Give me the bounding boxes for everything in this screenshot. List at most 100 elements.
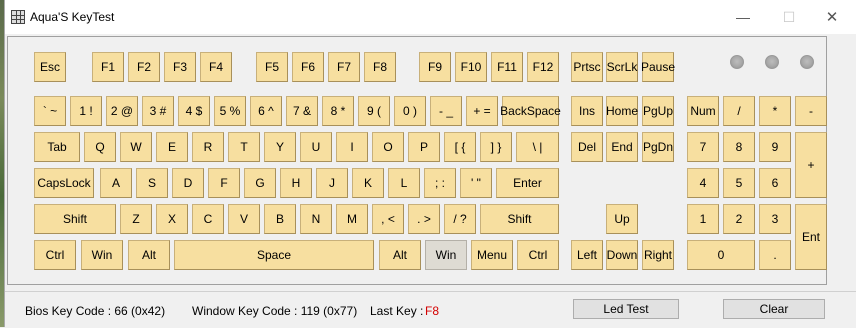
key-right-alt[interactable]: Alt	[379, 240, 421, 270]
key-right-win[interactable]: Win	[425, 240, 467, 270]
key-num-divide[interactable]: /	[723, 96, 755, 126]
key-a[interactable]: A	[100, 168, 132, 198]
key-p[interactable]: P	[408, 132, 440, 162]
key-minus[interactable]: - _	[430, 96, 462, 126]
key-left-alt[interactable]: Alt	[128, 240, 170, 270]
maximize-button[interactable]: ☐	[766, 0, 812, 34]
key-1[interactable]: 1 !	[70, 96, 102, 126]
key-f5[interactable]: F5	[256, 52, 288, 82]
key-f3[interactable]: F3	[164, 52, 196, 82]
clear-button[interactable]: Clear	[723, 299, 825, 319]
key-t[interactable]: T	[228, 132, 260, 162]
key-r[interactable]: R	[192, 132, 224, 162]
key-num-1[interactable]: 1	[687, 204, 719, 234]
key-y[interactable]: Y	[264, 132, 296, 162]
key-i[interactable]: I	[336, 132, 368, 162]
key-h[interactable]: H	[280, 168, 312, 198]
key-num-9[interactable]: 9	[759, 132, 791, 162]
key-x[interactable]: X	[156, 204, 188, 234]
key-7[interactable]: 7 &	[286, 96, 318, 126]
key-pgup[interactable]: PgUp	[642, 96, 674, 126]
key-scrlk[interactable]: ScrLk	[606, 52, 638, 82]
key-num-7[interactable]: 7	[687, 132, 719, 162]
key-4[interactable]: 4 $	[178, 96, 210, 126]
minimize-button[interactable]: —	[720, 0, 766, 34]
key-f6[interactable]: F6	[292, 52, 324, 82]
key-num-multiply[interactable]: *	[759, 96, 791, 126]
key-f9[interactable]: F9	[419, 52, 451, 82]
key-num-subtract[interactable]: -	[795, 96, 827, 126]
key-f7[interactable]: F7	[328, 52, 360, 82]
key-num-decimal[interactable]: .	[759, 240, 791, 270]
key-equals[interactable]: + =	[466, 96, 498, 126]
close-button[interactable]: ✕	[809, 0, 855, 34]
key-f1[interactable]: F1	[92, 52, 124, 82]
key-num-2[interactable]: 2	[723, 204, 755, 234]
key-period[interactable]: . >	[408, 204, 440, 234]
key-slash[interactable]: / ?	[444, 204, 476, 234]
key-w[interactable]: W	[120, 132, 152, 162]
key-s[interactable]: S	[136, 168, 168, 198]
key-left-ctrl[interactable]: Ctrl	[34, 240, 76, 270]
key-lbracket[interactable]: [ {	[444, 132, 476, 162]
key-left-win[interactable]: Win	[81, 240, 123, 270]
key-arrow-right[interactable]: Right	[642, 240, 674, 270]
key-num-enter[interactable]: Ent	[795, 204, 827, 270]
key-right-shift[interactable]: Shift	[480, 204, 559, 234]
key-o[interactable]: O	[372, 132, 404, 162]
key-num-4[interactable]: 4	[687, 168, 719, 198]
key-f4[interactable]: F4	[200, 52, 232, 82]
key-v[interactable]: V	[228, 204, 260, 234]
key-n[interactable]: N	[300, 204, 332, 234]
key-l[interactable]: L	[388, 168, 420, 198]
key-ins[interactable]: Ins	[571, 96, 603, 126]
key-d[interactable]: D	[172, 168, 204, 198]
key-5[interactable]: 5 %	[214, 96, 246, 126]
key-3[interactable]: 3 #	[142, 96, 174, 126]
key-menu[interactable]: Menu	[471, 240, 513, 270]
key-num-6[interactable]: 6	[759, 168, 791, 198]
key-del[interactable]: Del	[571, 132, 603, 162]
key-num-5[interactable]: 5	[723, 168, 755, 198]
key-pgdn[interactable]: PgDn	[642, 132, 674, 162]
key-comma[interactable]: , <	[372, 204, 404, 234]
key-j[interactable]: J	[316, 168, 348, 198]
key-9[interactable]: 9 (	[358, 96, 390, 126]
key-q[interactable]: Q	[84, 132, 116, 162]
key-num-8[interactable]: 8	[723, 132, 755, 162]
key-arrow-down[interactable]: Down	[606, 240, 638, 270]
key-c[interactable]: C	[192, 204, 224, 234]
key-home[interactable]: Home	[606, 96, 638, 126]
key-semicolon[interactable]: ; :	[424, 168, 456, 198]
key-f12[interactable]: F12	[527, 52, 559, 82]
key-enter[interactable]: Enter	[496, 168, 559, 198]
key-tab[interactable]: Tab	[34, 132, 80, 162]
key-g[interactable]: G	[244, 168, 276, 198]
key-f8[interactable]: F8	[364, 52, 396, 82]
key-f2[interactable]: F2	[128, 52, 160, 82]
key-backspace[interactable]: BackSpace	[500, 96, 561, 126]
title-bar[interactable]: Aqua'S KeyTest — ☐ ✕	[5, 0, 856, 34]
key-end[interactable]: End	[606, 132, 638, 162]
key-8[interactable]: 8 *	[322, 96, 354, 126]
key-f11[interactable]: F11	[491, 52, 523, 82]
key-backslash[interactable]: \ |	[516, 132, 559, 162]
key-rbracket[interactable]: ] }	[480, 132, 512, 162]
key-prtsc[interactable]: Prtsc	[571, 52, 603, 82]
key-num-0[interactable]: 0	[687, 240, 755, 270]
key-num-3[interactable]: 3	[759, 204, 791, 234]
key-u[interactable]: U	[300, 132, 332, 162]
key-b[interactable]: B	[264, 204, 296, 234]
key-numlock[interactable]: Num	[687, 96, 719, 126]
key-pause[interactable]: Pause	[641, 52, 675, 82]
key-quote[interactable]: ' "	[460, 168, 492, 198]
key-num-add[interactable]: +	[795, 132, 827, 198]
key-backtick[interactable]: ` ~	[34, 96, 66, 126]
key-left-shift[interactable]: Shift	[34, 204, 116, 234]
key-f10[interactable]: F10	[455, 52, 487, 82]
key-m[interactable]: M	[336, 204, 368, 234]
led-test-button[interactable]: Led Test	[573, 299, 679, 319]
key-z[interactable]: Z	[120, 204, 152, 234]
key-0[interactable]: 0 )	[394, 96, 426, 126]
key-e[interactable]: E	[156, 132, 188, 162]
